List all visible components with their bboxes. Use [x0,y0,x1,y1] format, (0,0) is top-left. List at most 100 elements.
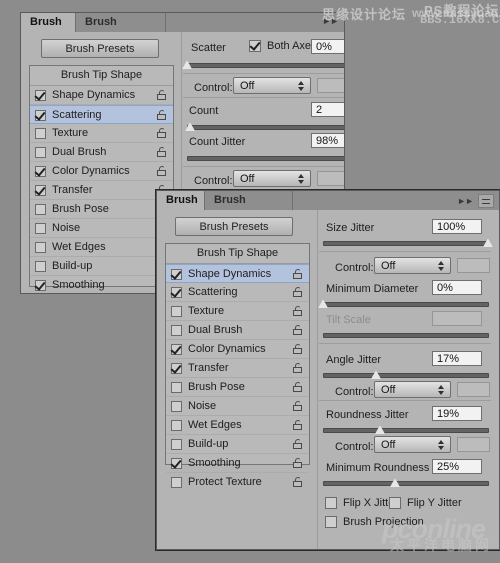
lock-open-icon[interactable] [157,147,166,157]
back-scatter-slider-track[interactable] [187,63,344,68]
front-list-item-wet-edges[interactable]: Wet Edges [166,416,309,435]
back-checkbox-dual-brush[interactable] [35,147,46,158]
back-list-item-texture[interactable]: Texture [30,124,173,143]
lock-open-icon[interactable] [157,166,166,176]
front-min-roundness-value-field[interactable]: 25% [432,459,482,474]
lock-open-icon[interactable] [293,363,302,373]
front-list-item-texture[interactable]: Texture [166,302,309,321]
back-scatter-value-field[interactable]: 0% [311,39,344,54]
front-list-item-protect-texture[interactable]: Protect Texture [166,473,309,492]
front-list-item-scattering[interactable]: Scattering [166,283,309,302]
front-checkbox-wet-edges[interactable] [171,420,182,431]
front-tab-brush[interactable]: Brush [157,191,205,210]
lock-open-icon[interactable] [157,128,166,138]
front-min-roundness-slider-track[interactable] [323,481,489,486]
front-brush-presets-button[interactable]: Brush Presets [175,217,293,236]
front-angle-jitter-slider-thumb[interactable] [371,370,382,379]
back-scatter-slider-thumb[interactable] [182,60,193,69]
front-control-1-select[interactable]: Off [374,257,451,274]
front-list-item-shape-dynamics[interactable]: Shape Dynamics [166,264,309,283]
back-tab-brush[interactable]: Brush [21,13,76,32]
back-list-item-scattering[interactable]: Scattering [30,105,173,124]
lock-open-icon[interactable] [293,439,302,449]
back-checkbox-brush-pose[interactable] [35,204,46,215]
front-control-3-select[interactable]: Off [374,436,451,453]
back-checkbox-noise[interactable] [35,223,46,234]
lock-open-icon[interactable] [293,420,302,430]
back-control-1-select[interactable]: Off [233,77,311,94]
flip-y-jitter-box[interactable] [389,497,401,509]
front-list-item-dual-brush[interactable]: Dual Brush [166,321,309,340]
front-min-roundness-slider-thumb[interactable] [390,478,401,487]
front-list-item-color-dynamics[interactable]: Color Dynamics [166,340,309,359]
back-count-jitter-value-field[interactable]: 98% [311,133,344,148]
front-checkbox-dual-brush[interactable] [171,325,182,336]
back-count-slider-thumb[interactable] [185,122,196,131]
brush-projection-box[interactable] [325,516,337,528]
back-list-item-shape-dynamics[interactable]: Shape Dynamics [30,86,173,105]
back-count-value-field[interactable]: 2 [311,102,344,117]
back-brush-presets-button[interactable]: Brush Presets [41,39,159,58]
front-checkbox-transfer[interactable] [171,363,182,374]
back-list-item-color-dynamics[interactable]: Color Dynamics [30,162,173,181]
back-list-item-noise[interactable]: Noise [30,219,173,238]
front-checkbox-color-dynamics[interactable] [171,344,182,355]
front-list-item-transfer[interactable]: Transfer [166,359,309,378]
lock-open-icon[interactable] [293,344,302,354]
front-checkbox-protect-texture[interactable] [171,477,182,488]
back-checkbox-shape-dynamics[interactable] [35,90,46,101]
back-checkbox-wet-edges[interactable] [35,242,46,253]
lock-open-icon[interactable] [157,110,166,120]
front-list-item-brush-pose[interactable]: Brush Pose [166,378,309,397]
lock-open-icon[interactable] [293,306,302,316]
front-size-jitter-slider-thumb[interactable] [483,238,494,247]
front-checkbox-smoothing[interactable] [171,458,182,469]
lock-open-icon[interactable] [157,90,166,100]
front-roundness-jitter-slider-track[interactable] [323,428,489,433]
front-roundness-jitter-value-field[interactable]: 19% [432,406,482,421]
front-control-2-select[interactable]: Off [374,381,451,398]
back-list-item-transfer[interactable]: Transfer [30,181,173,200]
front-size-jitter-slider-track[interactable] [323,241,489,246]
both-axes-checkbox-box[interactable] [249,39,261,52]
front-min-diameter-slider-track[interactable] [323,302,489,307]
back-control-2-select[interactable]: Off [233,170,311,187]
lock-open-icon[interactable] [293,382,302,392]
lock-open-icon[interactable] [293,458,302,468]
back-checkbox-color-dynamics[interactable] [35,166,46,177]
lock-open-icon[interactable] [293,269,302,279]
double-chevron-right-icon[interactable]: ►► [322,16,339,26]
back-list-item-smoothing[interactable]: Smoothing [30,276,173,293]
front-checkbox-brush-pose[interactable] [171,382,182,393]
flip-x-jitter-box[interactable] [325,497,337,509]
back-list-item-dual-brush[interactable]: Dual Brush [30,143,173,162]
lock-open-icon[interactable] [293,287,302,297]
front-min-diameter-value-field[interactable]: 0% [432,280,482,295]
front-angle-jitter-value-field[interactable]: 17% [432,351,482,366]
front-checkbox-texture[interactable] [171,306,182,317]
back-checkbox-scattering[interactable] [35,110,46,121]
front-checkbox-noise[interactable] [171,401,182,412]
back-tab-brush-presets[interactable]: Brush Presets [76,13,166,47]
front-checkbox-scattering[interactable] [171,287,182,298]
back-list-item-brush-pose[interactable]: Brush Pose [30,200,173,219]
back-list-item-wet-edges[interactable]: Wet Edges [30,238,173,257]
front-checkbox-build-up[interactable] [171,439,182,450]
back-checkbox-transfer[interactable] [35,185,46,196]
front-list-item-noise[interactable]: Noise [166,397,309,416]
front-list-item-build-up[interactable]: Build-up [166,435,309,454]
back-count-slider-track[interactable] [187,125,344,130]
double-chevron-right-icon[interactable]: ►► [457,196,474,206]
front-list-item-smoothing[interactable]: Smoothing [166,454,309,473]
back-checkbox-smoothing[interactable] [35,280,46,291]
front-tab-brush-presets[interactable]: Brush Presets [205,191,293,225]
panel-menu-icon[interactable] [478,194,494,208]
lock-open-icon[interactable] [293,401,302,411]
front-angle-jitter-slider-track[interactable] [323,373,489,378]
back-checkbox-texture[interactable] [35,128,46,139]
back-count-jitter-slider-track[interactable] [187,156,344,161]
front-checkbox-shape-dynamics[interactable] [171,269,182,280]
lock-open-icon[interactable] [293,477,302,487]
front-min-diameter-slider-thumb[interactable] [318,299,329,308]
front-roundness-jitter-slider-thumb[interactable] [375,425,386,434]
